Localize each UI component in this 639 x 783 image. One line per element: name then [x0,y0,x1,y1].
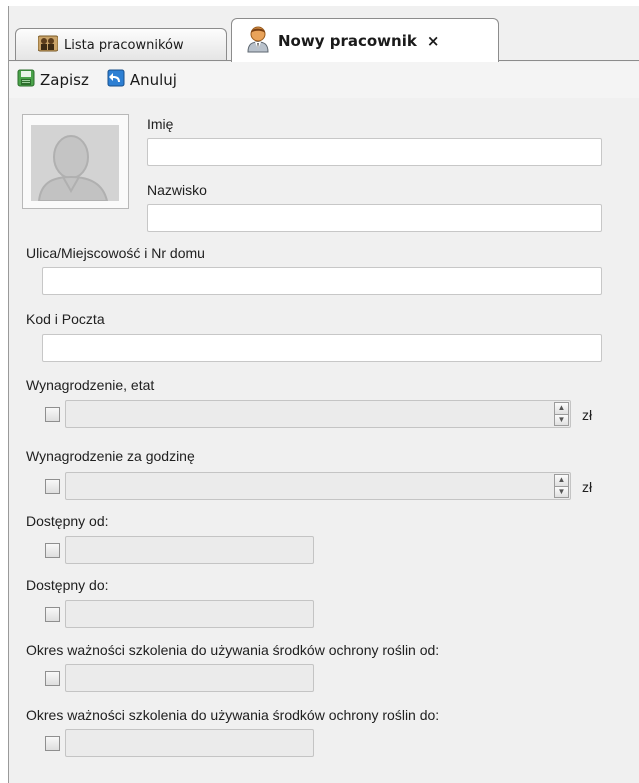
first-name-input[interactable] [147,138,602,166]
spin-down-icon[interactable]: ▼ [554,414,569,426]
training-to-checkbox[interactable] [45,736,60,751]
employee-window: Lista pracowników Nowy pracownik × Zapis… [8,6,639,783]
available-to-label: Dostępny do: [26,577,109,593]
cancel-button-label: Anuluj [129,71,177,89]
tab-new-employee-label: Nowy pracownik [278,31,417,50]
hourly-input[interactable] [65,472,571,500]
salary-label: Wynagrodzenie, etat [26,377,155,393]
spin-up-icon[interactable]: ▲ [554,474,569,487]
training-to-label: Okres ważności szkolenia do używania śro… [26,707,440,723]
undo-arrow-icon [107,69,125,91]
salary-unit: zł [582,407,593,423]
available-to-date[interactable] [65,600,314,628]
toolbar: Zapisz Anuluj [9,62,639,98]
employees-group-icon [37,34,59,56]
training-to-date[interactable] [65,729,314,757]
salary-spinner[interactable]: ▲ ▼ [554,402,569,426]
hourly-label: Wynagrodzenie za godzinę [26,448,195,464]
available-from-checkbox[interactable] [45,543,60,558]
spin-up-icon[interactable]: ▲ [554,402,569,415]
postal-label: Kod i Poczta [26,311,105,327]
tab-strip: Lista pracowników Nowy pracownik × [9,6,639,62]
employee-photo[interactable] [22,114,129,209]
hourly-unit: zł [582,479,593,495]
tab-employee-list[interactable]: Lista pracowników [15,28,227,61]
avatar-placeholder-icon [31,125,119,201]
cancel-button[interactable]: Anuluj [107,69,177,91]
hourly-spinner[interactable]: ▲ ▼ [554,474,569,498]
tab-new-employee[interactable]: Nowy pracownik × [231,18,499,62]
save-button-label: Zapisz [40,71,89,89]
last-name-input[interactable] [147,204,602,232]
save-disk-icon [17,69,35,91]
available-to-checkbox[interactable] [45,607,60,622]
spin-down-icon[interactable]: ▼ [554,486,569,498]
postal-input[interactable] [42,334,602,362]
employee-form: Imię Nazwisko Ulica/Miejscowość i Nr dom… [9,98,639,783]
first-name-label: Imię [147,116,174,132]
save-button[interactable]: Zapisz [17,69,89,91]
last-name-label: Nazwisko [147,182,207,198]
salary-input[interactable] [65,400,571,428]
tab-employee-list-label: Lista pracowników [64,37,184,53]
available-from-label: Dostępny od: [26,513,109,529]
training-from-label: Okres ważności szkolenia do używania śro… [26,642,440,658]
available-from-date[interactable] [65,536,314,564]
street-input[interactable] [42,267,602,295]
hourly-checkbox[interactable] [45,479,60,494]
street-label: Ulica/Miejscowość i Nr domu [26,245,205,261]
person-icon [246,25,270,57]
training-from-checkbox[interactable] [45,671,60,686]
training-from-date[interactable] [65,664,314,692]
close-tab-icon[interactable]: × [427,32,440,50]
salary-checkbox[interactable] [45,407,60,422]
